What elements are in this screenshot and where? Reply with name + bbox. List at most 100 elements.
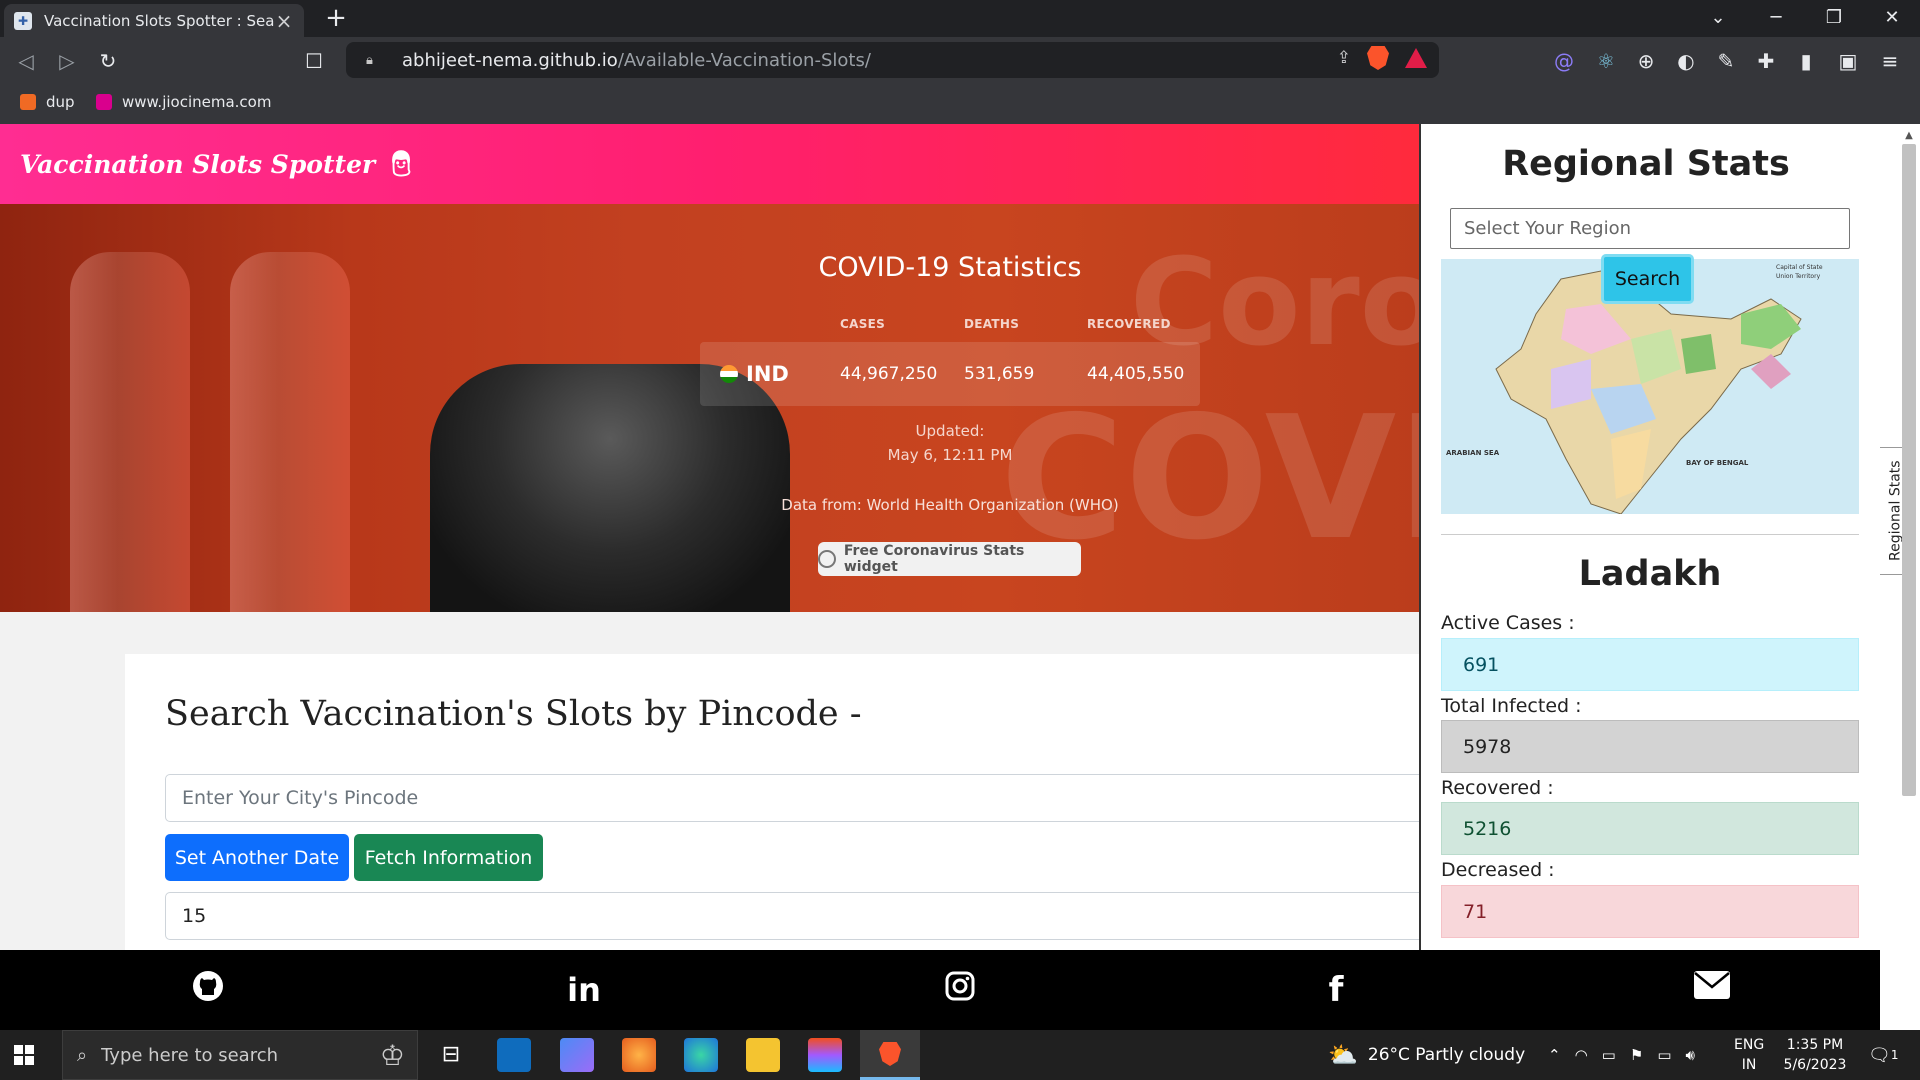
figma-app-icon[interactable] — [808, 1038, 842, 1072]
wifi-icon[interactable]: ◠ — [1575, 1046, 1588, 1064]
address-bar[interactable]: 🔒︎ abhijeet-nema.github.io /Available-Va… — [346, 42, 1439, 78]
deceased-value: 71 — [1441, 885, 1859, 938]
extension-react-icon[interactable]: ⚛ — [1590, 45, 1622, 77]
web-page: Vaccination Slots Spotter 👨︎ Corona COVI… — [0, 124, 1920, 950]
clock-date: 5/6/2023 — [1783, 1057, 1847, 1073]
cases-header: CASES — [840, 317, 886, 331]
show-hidden-icons-chevron-icon[interactable]: ⌃ — [1548, 1046, 1561, 1064]
scrollbar-thumb[interactable] — [1902, 144, 1916, 796]
site-favicon: ✚ — [14, 11, 32, 30]
extension-circle-icon[interactable]: ◐ — [1670, 45, 1702, 77]
browser-toolbar: ◁ ▷ ↻ ☐ 🔒︎ abhijeet-nema.github.io /Avai… — [0, 37, 1920, 85]
pincode-input[interactable]: Enter Your City's Pincode — [165, 774, 1425, 822]
site-footer: in f — [0, 950, 1880, 1030]
share-icon[interactable]: ⇪ — [1337, 48, 1351, 68]
tab-search-chevron-icon[interactable]: ⌄ — [1690, 0, 1746, 37]
clock-time: 1:35 PM — [1786, 1037, 1844, 1053]
bookmark-dup[interactable]: dup — [20, 93, 75, 111]
set-another-date-button[interactable]: Set Another Date — [165, 834, 349, 881]
bay-of-bengal-label: BAY OF BENGAL — [1686, 459, 1749, 467]
minimize-button[interactable]: ─ — [1748, 0, 1804, 37]
total-infected-label: Total Infected : — [1441, 695, 1582, 717]
clock[interactable]: 1:35 PM 5/6/2023 — [1780, 1030, 1850, 1080]
windows-taskbar: ⌕ Type here to search ♔ ⊟ ⛅ 26°C Partly … — [0, 1030, 1920, 1080]
back-icon[interactable]: ◁ — [10, 45, 42, 77]
brave-shields-icon[interactable] — [1367, 46, 1389, 70]
recovered-value: 5216 — [1441, 802, 1859, 855]
extension-1-icon[interactable]: @ — [1548, 45, 1580, 77]
brave-rewards-icon[interactable] — [1405, 48, 1427, 68]
firefox-app-icon[interactable] — [622, 1038, 656, 1072]
covid-stats-table: CASES DEATHS RECOVERED IND 44,967,250 53… — [700, 279, 1200, 409]
restore-button[interactable]: ❐ — [1806, 0, 1862, 37]
scroll-up-icon[interactable]: ▲ — [1902, 130, 1916, 144]
regional-stats-panel: Regional Stats BAY OF BENGAL ARABIAN SEA… — [1419, 124, 1880, 950]
wallet-icon[interactable]: ▣ — [1832, 45, 1864, 77]
region-select-input[interactable]: Select Your Region — [1450, 208, 1850, 249]
instagram-icon[interactable] — [940, 970, 980, 1010]
extensions-puzzle-icon[interactable]: ✚ — [1750, 45, 1782, 77]
edge-app-icon[interactable] — [684, 1038, 718, 1072]
regional-stats-title: Regional Stats — [1502, 144, 1790, 184]
task-view-icon[interactable]: ⊟ — [434, 1038, 468, 1072]
forward-icon[interactable]: ▷ — [51, 45, 83, 77]
site-navbar: Vaccination Slots Spotter 👨︎ — [0, 124, 1420, 204]
bookmark-icon[interactable]: ☐ — [298, 45, 330, 77]
weather-widget[interactable]: ⛅ 26°C Partly cloudy — [1328, 1030, 1525, 1080]
notification-icon: 🗨︎ — [1868, 1044, 1891, 1066]
close-window-button[interactable]: ✕ — [1864, 0, 1920, 37]
country-cell: IND — [720, 362, 789, 386]
menu-icon[interactable]: ≡ — [1874, 45, 1906, 77]
url-path: /Available-Vaccination-Slots/ — [617, 49, 871, 71]
tab-title: Vaccination Slots Spotter : Search — [44, 11, 274, 30]
map-legend-ut: Union Territory — [1776, 273, 1821, 280]
region-search-button[interactable]: Search — [1601, 254, 1694, 304]
doctor-icon: 👨︎ — [385, 149, 417, 178]
linkedin-icon[interactable]: in — [564, 970, 604, 1010]
bookmark-label: www.jiocinema.com — [122, 93, 272, 111]
language-code: ENG — [1734, 1037, 1765, 1053]
bookmark-jiocinema[interactable]: www.jiocinema.com — [96, 93, 271, 111]
sidebar-icon[interactable]: ▮ — [1790, 45, 1822, 77]
recovered-header: RECOVERED — [1087, 317, 1171, 331]
taskbar-search-box[interactable]: ⌕ Type here to search ♔ — [62, 1030, 418, 1080]
free-widget-button[interactable]: Free Coronavirus Stats widget — [818, 542, 1081, 576]
brand-title: Vaccination Slots Spotter — [20, 149, 376, 179]
close-tab-icon[interactable]: × — [274, 9, 294, 33]
mail-app-icon[interactable] — [497, 1038, 531, 1072]
battery-icon[interactable]: ▭ — [1657, 1046, 1671, 1064]
file-explorer-icon[interactable] — [746, 1038, 780, 1072]
taskbar-search-placeholder: Type here to search — [101, 1044, 279, 1066]
notification-center-icon[interactable]: 🗨︎ 1 — [1868, 1030, 1899, 1080]
background-text: COVID — [1000, 380, 1420, 578]
windows-start-icon[interactable] — [14, 1045, 34, 1065]
brave-app-icon-active[interactable] — [860, 1030, 920, 1080]
brand[interactable]: Vaccination Slots Spotter 👨︎ — [20, 149, 417, 179]
security-icon[interactable]: ⚑ — [1630, 1046, 1643, 1064]
new-tab-button[interactable]: + — [320, 2, 352, 34]
extension-plus-icon[interactable]: ⊕ — [1630, 45, 1662, 77]
weather-text: 26°C Partly cloudy — [1367, 1045, 1526, 1065]
copilot-app-icon[interactable] — [560, 1038, 594, 1072]
volume-icon[interactable]: 🔊︎ — [1686, 1046, 1695, 1064]
facebook-icon[interactable]: f — [1316, 970, 1356, 1010]
fetch-information-button[interactable]: Fetch Information — [354, 834, 543, 881]
country-row: IND 44,967,250 531,659 44,405,550 — [700, 342, 1200, 406]
github-icon[interactable] — [188, 970, 228, 1010]
deceased-label: Decreased : — [1441, 859, 1555, 881]
widget-button-label: Free Coronavirus Stats widget — [843, 543, 1025, 575]
system-tray-icons[interactable]: ⌃ ◠ ▭ ⚑ ▭ 🔊︎ — [1548, 1030, 1695, 1080]
number-input[interactable]: 15 — [165, 892, 1425, 940]
meet-now-icon[interactable]: ▭ — [1602, 1046, 1616, 1064]
bookmarks-bar: dup www.jiocinema.com — [0, 85, 1920, 124]
refresh-icon — [818, 550, 836, 568]
region-code: IN — [1741, 1057, 1757, 1073]
active-cases-label: Active Cases : — [1441, 612, 1575, 634]
page-scrollbar[interactable]: ▲ ▼ — [1880, 124, 1920, 950]
browser-tab-active[interactable]: ✚ Vaccination Slots Spotter : Search × — [4, 4, 304, 37]
reload-icon[interactable]: ↻ — [92, 45, 124, 77]
deaths-header: DEATHS — [964, 317, 1020, 331]
extension-pen-icon[interactable]: ✎ — [1710, 45, 1742, 77]
mail-icon[interactable] — [1692, 970, 1732, 1010]
language-indicator[interactable]: ENG IN — [1734, 1030, 1764, 1080]
